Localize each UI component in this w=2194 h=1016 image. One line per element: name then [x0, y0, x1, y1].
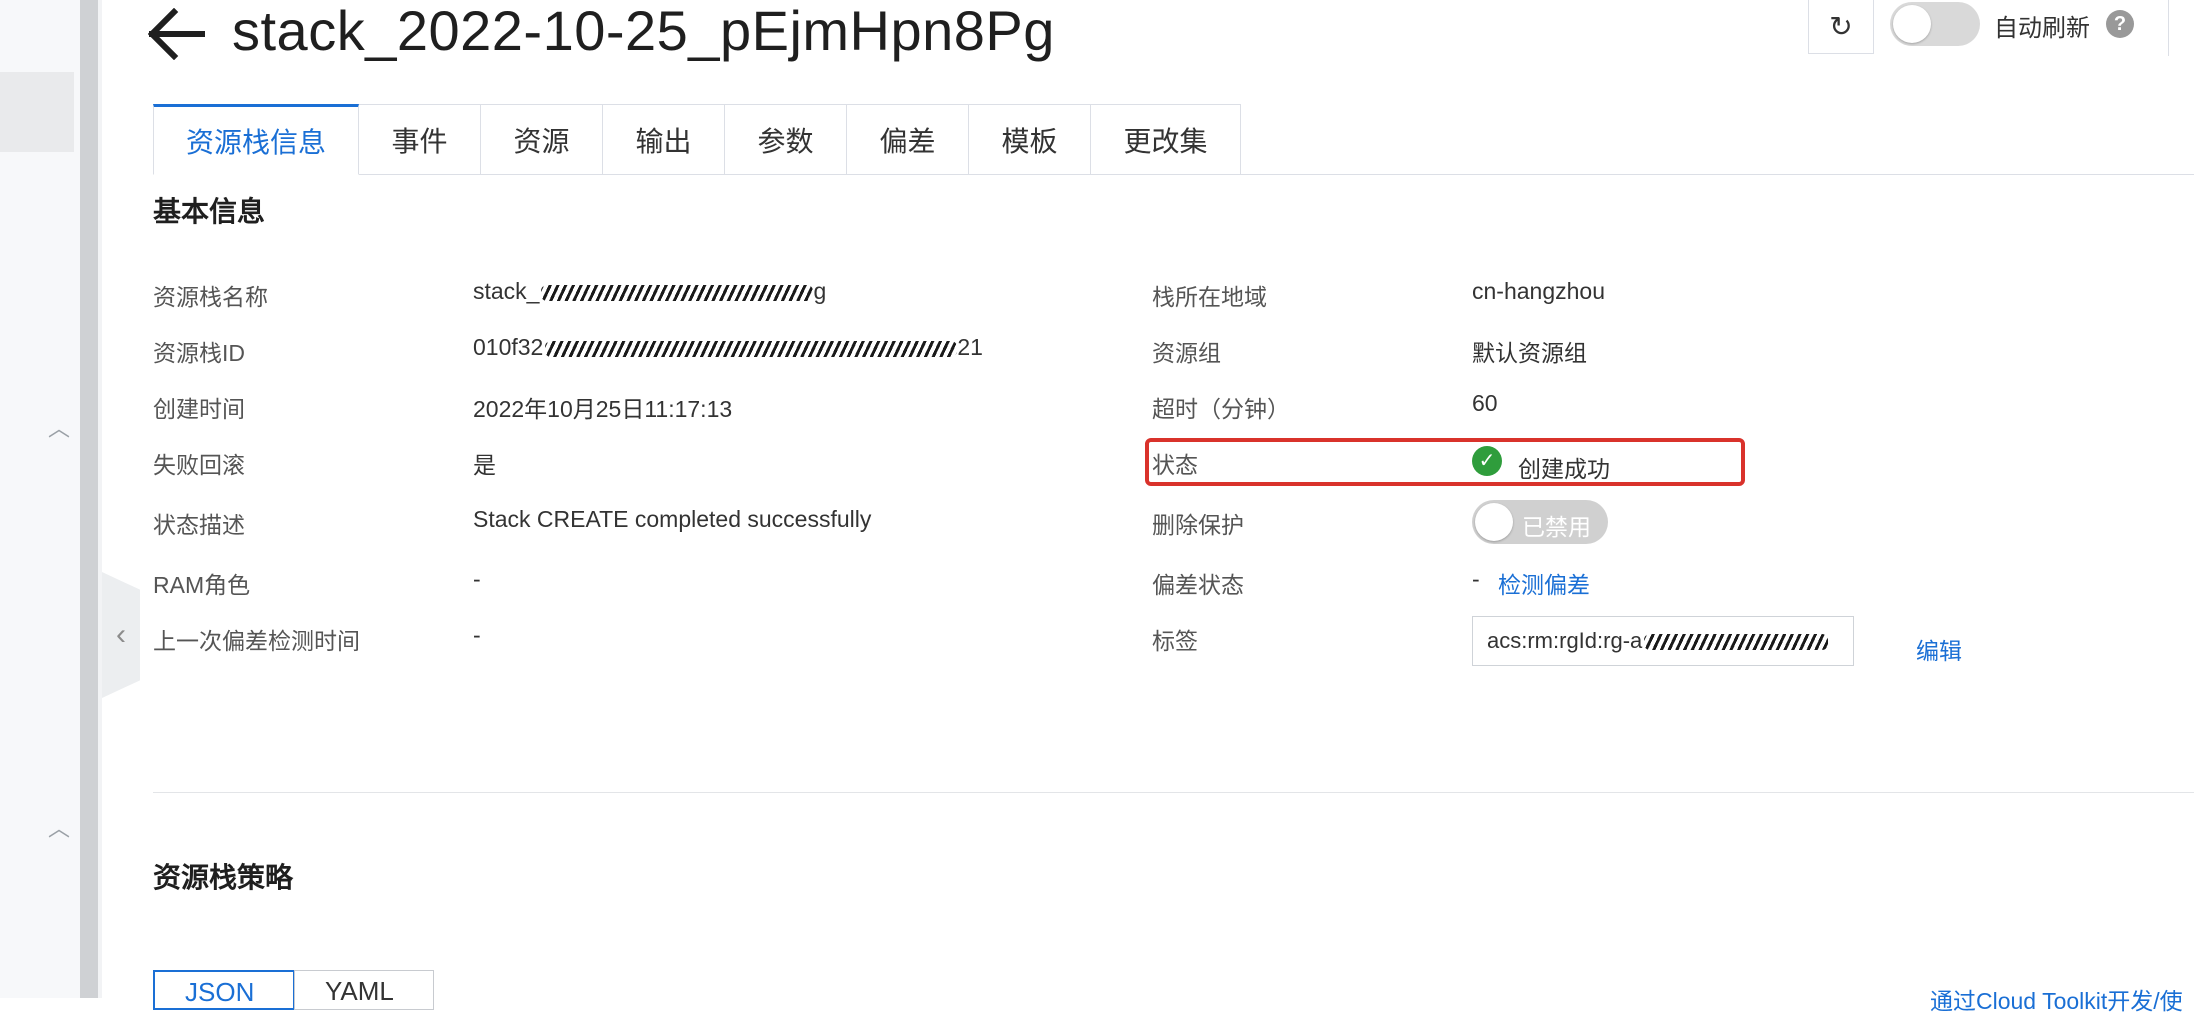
drift-status-label: 偏差状态	[1152, 572, 1244, 598]
cloud-toolkit-link[interactable]: 通过Cloud Toolkit开发/使	[1930, 982, 2183, 1016]
field-label: 上一次偏差检测时间	[153, 628, 360, 654]
delete-protection-toggle[interactable]: 已禁用	[1472, 500, 1608, 544]
chevron-up-icon[interactable]: ︿	[46, 816, 72, 842]
tab-label: 事件	[391, 125, 448, 157]
field-label: 资源栈名称	[153, 284, 268, 310]
back-arrow-icon[interactable]	[147, 7, 208, 61]
resource-group-value: 默认资源组	[1472, 340, 1587, 366]
field-label: RAM角色	[153, 572, 251, 598]
region-label: 栈所在地域	[1152, 284, 1267, 310]
region-value: cn-hangzhou	[1472, 278, 1605, 304]
resource-group-label: 资源组	[1152, 340, 1221, 366]
tag-chip[interactable]: acs:rm:rgId:rg-a	[1472, 616, 1854, 666]
tag-text: acs:rm:rgId:rg-a	[1487, 628, 1643, 653]
delete-protection-value: 已禁用	[1522, 514, 1591, 540]
tab-parameters[interactable]: 参数	[725, 104, 847, 175]
auto-refresh-label: 自动刷新	[1994, 15, 2090, 42]
help-icon[interactable]: ?	[2106, 10, 2134, 38]
tab-label: 资源栈信息	[185, 126, 326, 158]
tab-events[interactable]: 事件	[359, 104, 481, 175]
tab-outputs[interactable]: 输出	[603, 104, 725, 175]
collapse-sidebar-button[interactable]: ‹	[102, 572, 140, 698]
stack-name-text: stack_	[473, 278, 540, 304]
sidebar-selected-item[interactable]	[0, 72, 74, 152]
section-divider	[153, 792, 2194, 793]
sidebar-edge	[98, 0, 102, 998]
field-label: 失败回滚	[153, 452, 245, 478]
auto-refresh-toggle[interactable]	[1890, 2, 1980, 46]
tab-label: 输出	[635, 125, 692, 157]
timeout-label: 超时（分钟）	[1152, 396, 1290, 422]
stack-id-tail: 21	[957, 334, 983, 360]
stack-id-text: 010f32	[473, 334, 544, 360]
tab-drift[interactable]: 偏差	[847, 104, 969, 175]
chevron-left-icon: ‹	[116, 618, 126, 651]
field-label: 创建时间	[153, 396, 245, 422]
field-label: 资源栈ID	[153, 340, 245, 366]
chevron-up-icon[interactable]: ︿	[46, 416, 72, 442]
tab-template[interactable]: 模板	[969, 104, 1091, 175]
tab-label: 模板	[1001, 125, 1058, 157]
stack-name-tail: g	[813, 278, 827, 304]
page-title: stack_2022-10-25_pEjmHpn8Pg	[232, 0, 1055, 62]
rollback-value: 是	[473, 452, 496, 478]
created-time-value: 2022年10月25日11:17:13	[473, 396, 733, 422]
redacted-scribble	[541, 284, 814, 301]
stack-name-value: stack_ g	[473, 278, 826, 305]
header-right-edge	[2168, 0, 2194, 56]
json-format-button[interactable]: JSON	[153, 970, 295, 1010]
tab-label: 更改集	[1123, 125, 1208, 157]
stack-id-value: 010f32 21	[473, 334, 983, 361]
field-label: 状态描述	[153, 512, 245, 538]
drift-status-value: -	[1472, 566, 1480, 592]
edit-tags-link[interactable]: 编辑	[1916, 632, 1962, 666]
basic-info-title: 基本信息	[153, 196, 266, 227]
toggle-knob	[1475, 503, 1513, 541]
ram-role-value: -	[473, 566, 481, 592]
tab-label: 资源	[513, 125, 570, 157]
timeout-value: 60	[1472, 390, 1498, 416]
tab-resources[interactable]: 资源	[481, 104, 603, 175]
yaml-format-button[interactable]: YAML	[294, 970, 434, 1010]
tab-label: 偏差	[879, 125, 936, 157]
tab-label: 参数	[757, 125, 814, 157]
tags-label: 标签	[1152, 628, 1198, 654]
tab-change-sets[interactable]: 更改集	[1091, 104, 1241, 175]
stack-policy-title: 资源栈策略	[153, 862, 294, 893]
status-description-value: Stack CREATE completed successfully	[473, 506, 872, 532]
sidebar-scrollbar[interactable]	[80, 0, 98, 998]
redacted-scribble	[1644, 634, 1829, 651]
detect-drift-link[interactable]: 检测偏差	[1498, 566, 1590, 600]
toggle-knob	[1893, 5, 1931, 43]
refresh-button[interactable]: ↻	[1808, 0, 1874, 54]
status-highlight-annotation	[1145, 438, 1745, 486]
tab-stack-info[interactable]: 资源栈信息	[153, 104, 359, 175]
delete-protection-label: 删除保护	[1152, 512, 1244, 538]
redacted-scribble	[545, 340, 958, 357]
last-drift-time-value: -	[473, 622, 481, 648]
refresh-icon: ↻	[1829, 11, 1853, 42]
